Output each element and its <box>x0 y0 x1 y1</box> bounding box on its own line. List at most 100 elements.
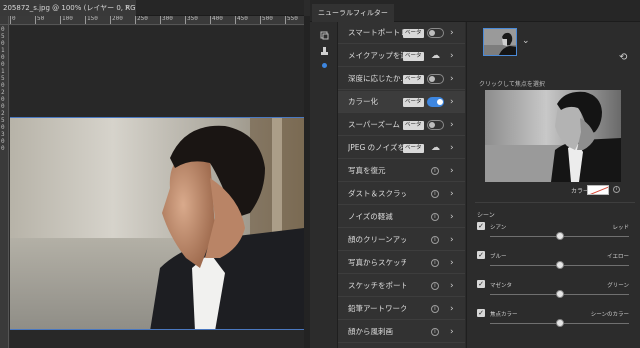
filter-item[interactable]: スマートポートレイトベータ › <box>338 22 465 44</box>
filter-toggle[interactable] <box>427 97 444 107</box>
info-icon[interactable]: i <box>431 305 439 313</box>
document-tab-bar: 205872_s.jpg @ 100% (レイヤー 0, RGB/8#) * × <box>0 0 304 16</box>
filter-item[interactable]: 深度に応じたか... ベータ › <box>338 68 465 90</box>
ruler-label: 400 <box>212 16 223 22</box>
scene-slider-row: ✓ シアン レッド <box>477 222 635 248</box>
chevron-right-icon: › <box>450 51 454 61</box>
scene-heading: シーン <box>477 212 495 219</box>
filter-item[interactable]: スーパーズーム ベータ › <box>338 114 465 136</box>
ruler-tick <box>160 16 161 24</box>
color-swatch[interactable] <box>587 185 609 195</box>
chevron-right-icon: › <box>450 235 454 245</box>
chevron-right-icon: › <box>450 304 454 314</box>
document-photo[interactable] <box>10 117 304 330</box>
info-icon[interactable]: i <box>431 213 439 221</box>
filter-name: メイクアップを適用 <box>348 51 406 60</box>
slider-checkbox[interactable]: ✓ <box>477 222 485 230</box>
reference-thumbnail[interactable] <box>483 28 517 56</box>
beta-badge: ベータ <box>403 29 424 38</box>
beta-badge: ベータ <box>403 75 424 84</box>
filter-item[interactable]: ノイズの軽減 i › <box>338 206 465 228</box>
ruler-label: 100 <box>62 16 73 22</box>
panel-title-tab[interactable]: ニューラルフィルター <box>312 4 394 22</box>
focus-preview[interactable] <box>485 90 621 182</box>
cloud-download-icon[interactable]: ☁ <box>431 45 440 67</box>
portrait-image <box>10 118 304 329</box>
filter-item[interactable]: メイクアップを適用ベータ ☁ › <box>338 45 465 67</box>
chevron-right-icon: › <box>450 258 454 268</box>
ruler-tick <box>135 16 136 24</box>
cloud-download-icon[interactable]: ☁ <box>431 137 440 159</box>
chevron-right-icon: › <box>450 120 454 130</box>
filter-name: 写真を復元 <box>348 166 386 175</box>
info-icon[interactable]: i <box>431 259 439 267</box>
chevron-right-icon: › <box>450 74 454 84</box>
chevron-right-icon: › <box>450 327 454 337</box>
info-icon[interactable]: i <box>431 190 439 198</box>
slider-checkbox[interactable]: ✓ <box>477 280 485 288</box>
slider-handle[interactable] <box>555 261 564 269</box>
toggle-knob <box>429 122 435 128</box>
filter-item[interactable]: 顔から風刺画 i › <box>338 321 465 343</box>
filter-item[interactable]: JPEG のノイズを... ベータ ☁ › <box>338 137 465 159</box>
ruler-tick <box>60 16 61 24</box>
ruler-label: 200 <box>112 16 123 22</box>
filter-name: 写真からスケッチ <box>348 258 406 267</box>
brush-icon[interactable] <box>319 46 329 56</box>
slider-handle[interactable] <box>555 290 564 298</box>
chevron-right-icon: › <box>450 212 454 222</box>
filter-toggle[interactable] <box>427 120 444 130</box>
scene-slider-row: ✓ マゼンタ グリーン <box>477 280 635 306</box>
info-icon[interactable]: i <box>613 186 620 193</box>
scene-slider-row: ✓ 焦点カラー シーンのカラー <box>477 309 635 335</box>
ruler-tick <box>235 16 236 24</box>
slider-left-label: 焦点カラー <box>490 312 518 318</box>
filter-toggle[interactable] <box>427 74 444 84</box>
filter-item[interactable]: ダスト＆スクラッチ i › <box>338 183 465 205</box>
filter-item[interactable]: 顔のクリーンアップ i › <box>338 229 465 251</box>
panel-toolstrip <box>310 22 338 348</box>
ruler-label: 0 <box>1 145 5 152</box>
vertical-ruler: 050100150200250300 <box>0 25 9 348</box>
slider-checkbox[interactable]: ✓ <box>477 309 485 317</box>
horizontal-ruler: 0 50 100 150 200 250 300 350 400 450 500 550 <box>9 16 304 25</box>
info-icon[interactable]: i <box>431 282 439 290</box>
ruler-tick <box>185 16 186 24</box>
slider-right-label: イエロー <box>607 254 629 260</box>
chevron-down-icon[interactable]: ⌄ <box>522 36 530 46</box>
info-icon[interactable]: i <box>431 236 439 244</box>
filter-item[interactable]: カラー化 ベータ › <box>338 91 465 113</box>
info-icon[interactable]: i <box>431 328 439 336</box>
info-icon[interactable]: i <box>431 167 439 175</box>
beta-badge: ベータ <box>403 52 424 61</box>
layers-icon[interactable] <box>319 30 329 40</box>
ruler-tick <box>110 16 111 24</box>
slider-right-label: シーンのカラー <box>590 312 629 318</box>
slider-checkbox[interactable]: ✓ <box>477 251 485 259</box>
beta-badge: ベータ <box>403 121 424 130</box>
slider-left-label: シアン <box>490 225 507 231</box>
dot-icon[interactable] <box>319 60 329 70</box>
filter-toggle[interactable] <box>427 28 444 38</box>
filter-name: 鉛筆アートワーク <box>348 304 406 313</box>
filter-item[interactable]: スケッチをポートレイトに i › <box>338 275 465 297</box>
reset-icon[interactable]: ⟲ <box>619 52 627 63</box>
ruler-label: 50 <box>37 16 45 22</box>
slider-right-label: レッド <box>612 225 629 231</box>
ruler-tick <box>85 16 86 24</box>
filter-item[interactable]: 写真からスケッチ i › <box>338 252 465 274</box>
chevron-right-icon: › <box>450 166 454 176</box>
slider-handle[interactable] <box>555 232 564 240</box>
slider-handle[interactable] <box>555 319 564 327</box>
filter-item[interactable]: 写真を復元 i › <box>338 160 465 182</box>
beta-badge: ベータ <box>403 144 424 153</box>
filter-name: ダスト＆スクラッチ <box>348 189 406 198</box>
filter-item[interactable]: 鉛筆アートワーク i › <box>338 298 465 320</box>
chevron-right-icon: › <box>450 143 454 153</box>
slider-right-label: グリーン <box>607 283 629 289</box>
document-tab[interactable]: 205872_s.jpg @ 100% (レイヤー 0, RGB/8#) * × <box>0 0 136 16</box>
close-icon[interactable]: × <box>124 0 131 16</box>
ruler-tick <box>210 16 211 24</box>
beta-badge: ベータ <box>403 98 424 107</box>
filter-name: 顔のクリーンアップ <box>348 235 406 244</box>
